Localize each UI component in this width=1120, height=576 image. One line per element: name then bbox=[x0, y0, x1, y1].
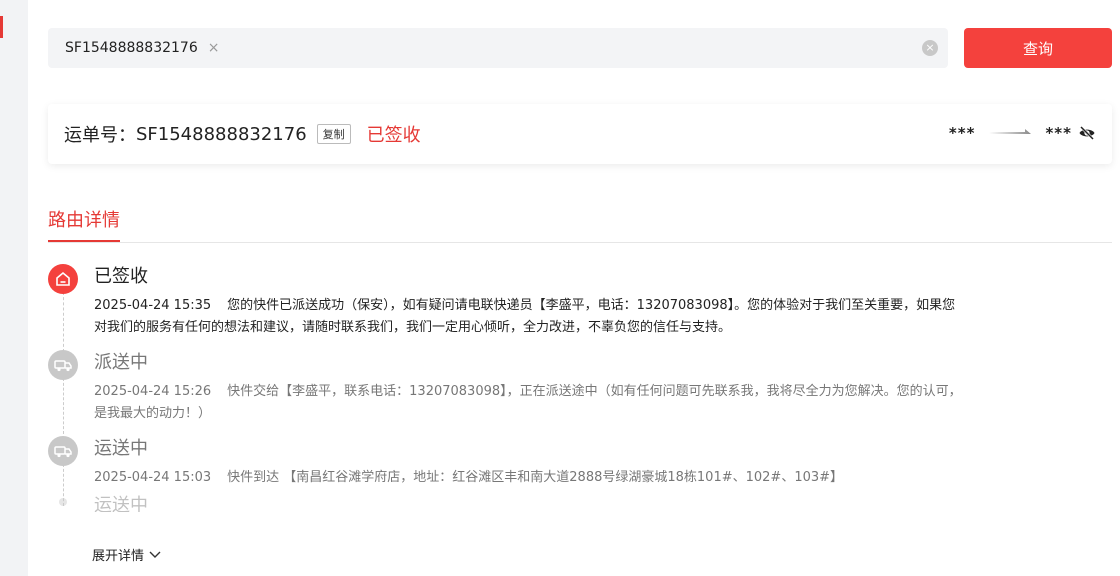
chip-value: SF1548888832176 bbox=[65, 40, 198, 56]
delivery-truck-icon bbox=[48, 350, 78, 380]
timeline-time: 2025-04-24 15:26 bbox=[94, 384, 212, 399]
expand-details-button[interactable]: 展开详情 bbox=[92, 545, 161, 564]
route-timeline: 已签收 2025-04-24 15:35 您的快件已派送成功（保安），如有疑问请电… bbox=[48, 262, 1048, 512]
expand-label: 展开详情 bbox=[92, 549, 145, 564]
transit-truck-icon bbox=[48, 436, 78, 466]
timeline-item: 派送中 2025-04-24 15:26 快件交给【李盛平，联系电话：132070… bbox=[48, 348, 1048, 434]
waybill-chip: SF1548888832176 × bbox=[65, 40, 219, 56]
clear-icon[interactable]: × bbox=[922, 40, 938, 56]
destination-city: *** bbox=[1045, 124, 1072, 142]
timeline-title: 运送中 bbox=[94, 438, 148, 459]
status-badge: 已签收 bbox=[366, 125, 421, 146]
query-button[interactable]: 查询 bbox=[964, 28, 1112, 68]
timeline-detail: 2025-04-24 15:03 快件到达 【南昌红谷滩学府店，地址：红谷滩区丰和… bbox=[94, 467, 964, 489]
route-arrow-icon bbox=[989, 129, 1032, 134]
timeline-time: 2025-04-24 15:35 bbox=[94, 298, 212, 313]
timeline-item: 已签收 2025-04-24 15:35 您的快件已派送成功（保安），如有疑问请电… bbox=[48, 262, 1048, 348]
timeline-item: 运送中 bbox=[48, 492, 1048, 512]
tab-bar: 路由详情 bbox=[48, 206, 1112, 243]
chevron-down-icon bbox=[149, 551, 161, 558]
tab-route-details[interactable]: 路由详情 bbox=[48, 206, 120, 242]
origin-city: *** bbox=[948, 124, 976, 142]
waybill-number: SF1548888832176 bbox=[136, 123, 307, 145]
timeline-dot-icon bbox=[59, 498, 67, 506]
timeline-title: 运送中 bbox=[94, 495, 148, 512]
timeline-detail: 2025-04-24 15:35 您的快件已派送成功（保安），如有疑问请电联快递员… bbox=[94, 295, 964, 339]
copy-button[interactable]: 复制 bbox=[316, 124, 351, 144]
main-panel: SF1548888832176 × × 查询 运单号： SF1548888832… bbox=[28, 0, 1120, 576]
timeline-time: 2025-04-24 15:03 bbox=[94, 470, 212, 485]
signed-home-icon bbox=[48, 264, 78, 294]
timeline-text: 您的快件已派送成功（保安），如有疑问请电联快递员【李盛平，电话：13207083… bbox=[94, 298, 956, 335]
search-input[interactable]: SF1548888832176 × × bbox=[48, 28, 948, 68]
waybill-label: 运单号： bbox=[64, 125, 136, 146]
eye-hidden-icon[interactable] bbox=[1078, 124, 1096, 142]
timeline-detail: 2025-04-24 15:26 快件交给【李盛平，联系电话：1320708309… bbox=[94, 381, 964, 425]
timeline-text: 快件交给【李盛平，联系电话：13207083098】，正在派送途中（如有任何问题… bbox=[94, 384, 962, 421]
waybill-card: 运单号： SF1548888832176 复制 已签收 *** *** bbox=[48, 104, 1112, 164]
left-nav-indicator bbox=[0, 16, 3, 38]
route-summary: *** *** bbox=[949, 124, 1096, 142]
chip-remove-icon[interactable]: × bbox=[208, 40, 220, 56]
timeline-title: 已签收 bbox=[94, 266, 148, 287]
timeline-title: 派送中 bbox=[94, 352, 148, 373]
timeline-item: 运送中 2025-04-24 15:03 快件到达 【南昌红谷滩学府店，地址：红谷… bbox=[48, 434, 1048, 492]
timeline-text: 快件到达 【南昌红谷滩学府店，地址：红谷滩区丰和南大道2888号绿湖豪城18栋1… bbox=[227, 470, 844, 485]
